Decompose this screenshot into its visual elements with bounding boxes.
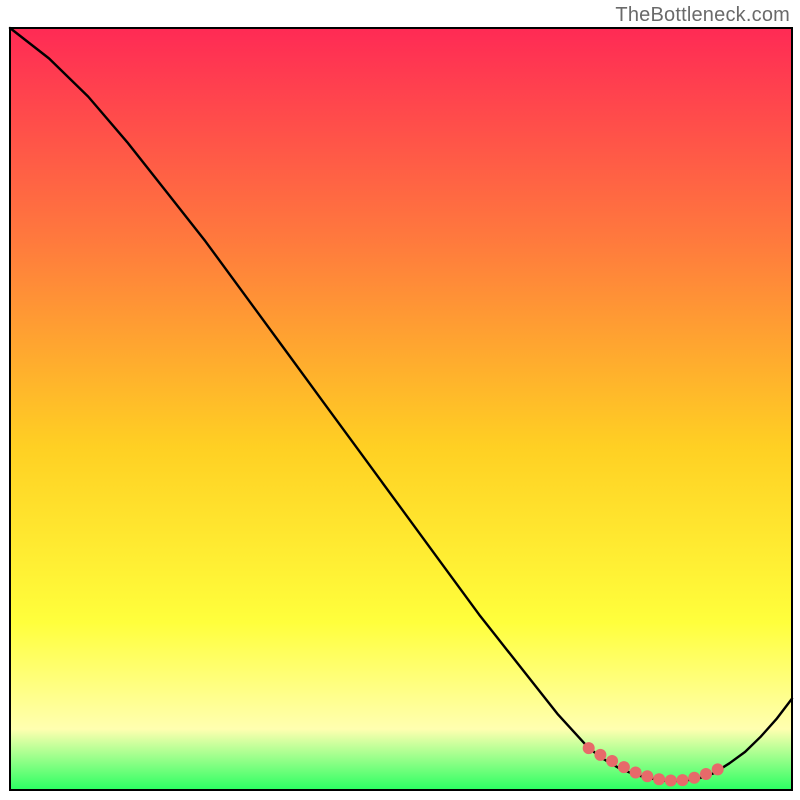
optimal-marker: [665, 775, 677, 787]
optimal-marker: [712, 763, 724, 775]
optimal-marker: [688, 772, 700, 784]
bottleneck-chart: [0, 0, 800, 800]
optimal-marker: [606, 755, 618, 767]
optimal-marker: [641, 770, 653, 782]
optimal-marker: [700, 768, 712, 780]
watermark-text: TheBottleneck.com: [615, 4, 790, 27]
optimal-marker: [630, 767, 642, 779]
optimal-marker: [653, 773, 665, 785]
optimal-marker: [618, 761, 630, 773]
optimal-marker: [583, 742, 595, 754]
chart-container: TheBottleneck.com: [0, 0, 800, 800]
optimal-marker: [594, 749, 606, 761]
optimal-marker: [677, 774, 689, 786]
